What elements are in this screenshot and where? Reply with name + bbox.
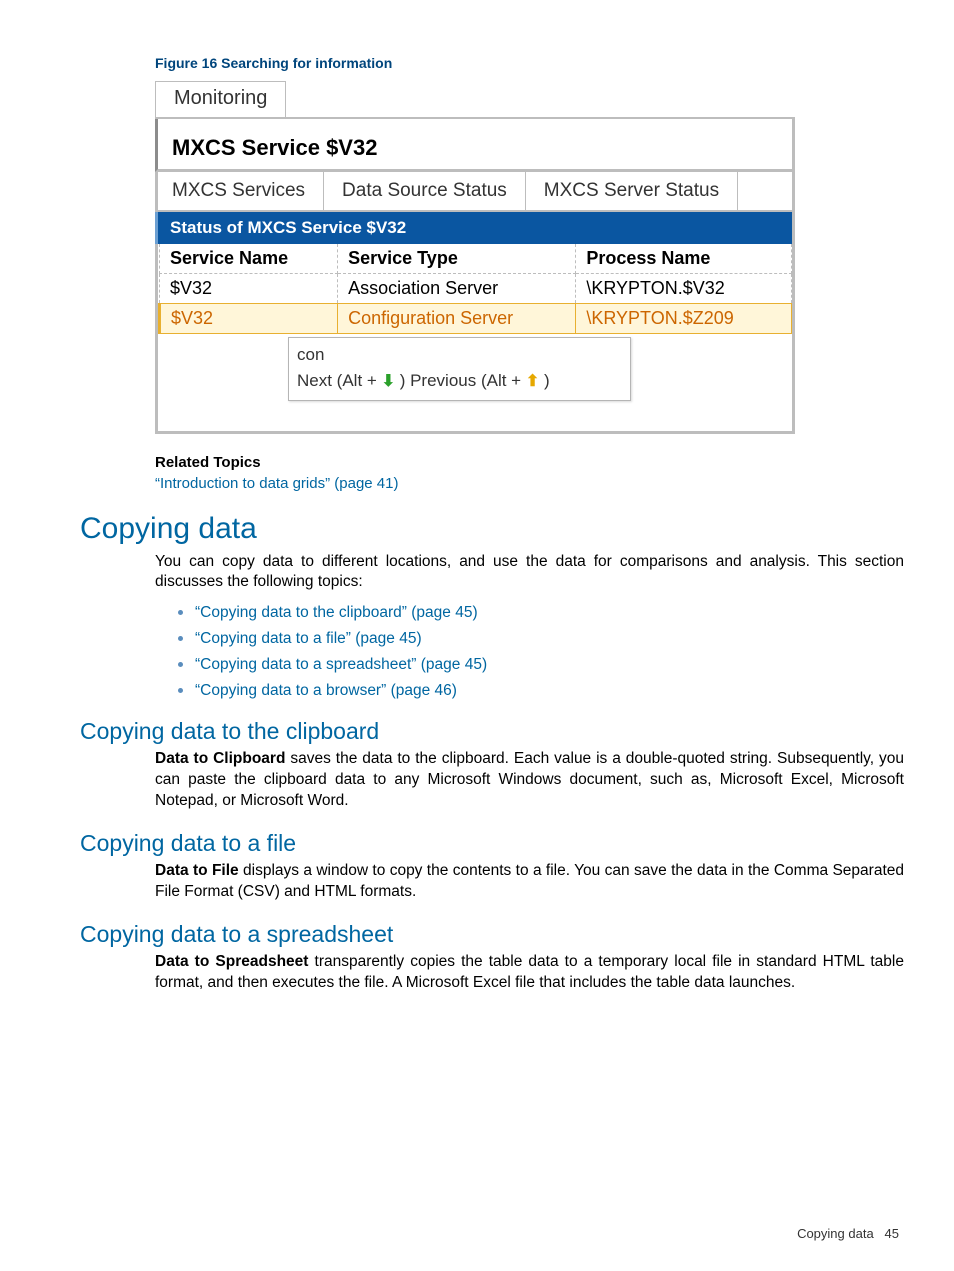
term: Data to Spreadsheet: [155, 953, 308, 970]
topic-list: “Copying data to the clipboard” (page 45…: [195, 601, 904, 700]
topic-link[interactable]: “Copying data to a browser” (page 46): [195, 682, 457, 699]
cell-service-type: Configuration Server: [338, 304, 576, 334]
related-topics-title: Related Topics: [155, 454, 904, 471]
column-header-process-name[interactable]: Process Name: [576, 244, 792, 274]
panel-title: MXCS Service $V32: [155, 119, 795, 172]
paragraph: Data to File displays a window to copy t…: [155, 861, 904, 903]
column-header-service-name[interactable]: Service Name: [160, 244, 338, 274]
subtab-mxcs-services[interactable]: MXCS Services: [158, 172, 324, 210]
column-header-service-type[interactable]: Service Type: [338, 244, 576, 274]
paragraph: Data to Spreadsheet transparently copies…: [155, 952, 904, 994]
cell-process-name: \KRYPTON.$V32: [576, 274, 792, 304]
paragraph: Data to Clipboard saves the data to the …: [155, 749, 904, 812]
paragraph: You can copy data to different locations…: [155, 552, 904, 594]
footer-page-number: 45: [885, 1226, 899, 1241]
heading-clipboard: Copying data to the clipboard: [80, 718, 904, 745]
subtab-mxcs-server-status[interactable]: MXCS Server Status: [526, 172, 738, 210]
cell-process-name: \KRYPTON.$Z209: [576, 304, 792, 334]
list-item: “Copying data to a file” (page 45): [195, 627, 904, 648]
heading-spreadsheet: Copying data to a spreadsheet: [80, 921, 904, 948]
related-topic-link[interactable]: “Introduction to data grids” (page 41): [155, 475, 904, 492]
table-row[interactable]: $V32 Association Server \KRYPTON.$V32: [160, 274, 792, 304]
search-popup: con Next (Alt + ⬇ ) Previous (Alt + ⬆ ): [288, 337, 631, 401]
heading-copying-data: Copying data: [80, 512, 904, 546]
paragraph-text: displays a window to copy the contents t…: [155, 862, 904, 900]
services-table: Service Name Service Type Process Name $…: [158, 244, 792, 334]
subtab-data-source-status[interactable]: Data Source Status: [324, 172, 526, 210]
heading-file: Copying data to a file: [80, 830, 904, 857]
footer-label: Copying data: [797, 1226, 874, 1241]
topic-link[interactable]: “Copying data to the clipboard” (page 45…: [195, 604, 478, 621]
search-input-value[interactable]: con: [297, 342, 622, 368]
arrow-up-icon: ⬆: [526, 370, 539, 394]
search-next-suffix: ): [395, 371, 405, 390]
tab-monitoring[interactable]: Monitoring: [155, 81, 286, 117]
arrow-down-icon: ⬇: [382, 370, 395, 394]
figure-caption: Figure 16 Searching for information: [155, 55, 904, 71]
page-footer: Copying data 45: [797, 1226, 899, 1241]
status-header-bar: Status of MXCS Service $V32: [155, 212, 792, 244]
term: Data to Clipboard: [155, 750, 285, 767]
term: Data to File: [155, 862, 239, 879]
cell-service-name: $V32: [160, 304, 338, 334]
topic-link[interactable]: “Copying data to a file” (page 45): [195, 630, 422, 647]
search-next-label[interactable]: Next (Alt +: [297, 371, 382, 390]
topic-link[interactable]: “Copying data to a spreadsheet” (page 45…: [195, 656, 487, 673]
list-item: “Copying data to a spreadsheet” (page 45…: [195, 653, 904, 674]
search-previous-suffix: ): [539, 371, 549, 390]
list-item: “Copying data to the clipboard” (page 45…: [195, 601, 904, 622]
cell-service-type: Association Server: [338, 274, 576, 304]
table-row-highlighted[interactable]: $V32 Configuration Server \KRYPTON.$Z209: [160, 304, 792, 334]
cell-service-name: $V32: [160, 274, 338, 304]
screenshot-figure: Monitoring MXCS Service $V32 MXCS Servic…: [155, 81, 795, 434]
list-item: “Copying data to a browser” (page 46): [195, 679, 904, 700]
search-previous-label[interactable]: Previous (Alt +: [410, 371, 526, 390]
